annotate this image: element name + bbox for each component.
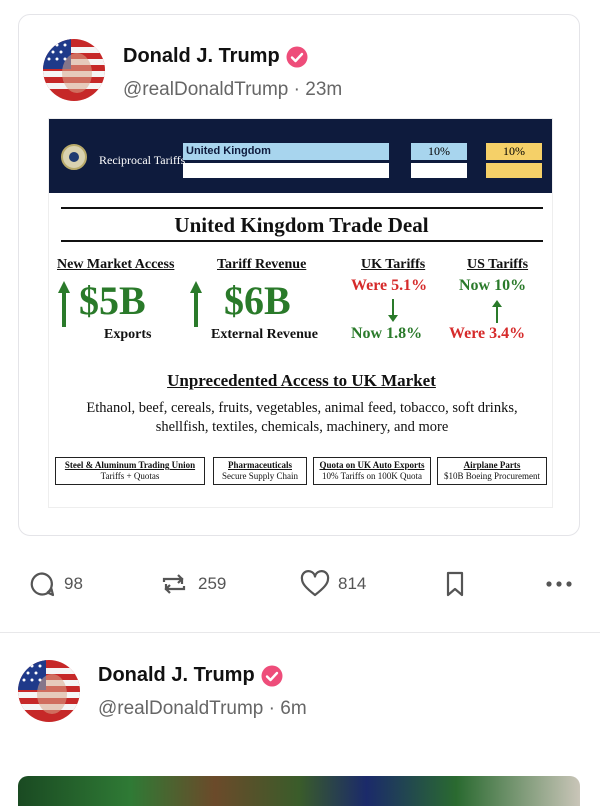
title-rule-bottom	[61, 240, 543, 242]
post-time: · 23m	[293, 79, 343, 100]
tariff-revenue-sub: External Revenue	[211, 327, 318, 342]
info-box-sub: $10B Boeing Procurement	[444, 471, 540, 481]
info-box-sub: Secure Supply Chain	[222, 471, 298, 481]
up-arrow-icon	[58, 281, 70, 327]
banner-label: Reciprocal Tariffs	[99, 153, 186, 167]
presidential-seal-icon	[61, 144, 87, 170]
deal-title: United Kingdom Trade Deal	[174, 213, 429, 237]
market-access-heading: New Market Access	[57, 257, 175, 272]
tariff-banner: Reciprocal Tariffs United Kingdom 10% 10…	[49, 119, 552, 193]
tariff-rate-2: 10%	[486, 143, 542, 160]
bookmark-icon	[446, 571, 464, 597]
author-handle: @realDonaldTrump · 6m	[98, 698, 307, 720]
post-photo[interactable]	[18, 776, 580, 806]
down-arrow-icon	[388, 299, 398, 322]
us-tariffs-now: Now 10%	[459, 277, 527, 294]
like-button[interactable]: 814	[300, 570, 366, 598]
repost-count: 259	[198, 574, 227, 593]
info-box: Steel & Aluminum Trading Union Tariffs +…	[55, 457, 205, 485]
author-handle: @realDonaldTrump · 23m	[123, 79, 342, 101]
tariff-rate-1-empty	[411, 163, 467, 178]
reply-button[interactable]: 98	[28, 570, 83, 598]
author-name-text[interactable]: Donald J. Trump	[123, 45, 280, 68]
info-box-sub: Tariffs + Quotas	[100, 471, 160, 481]
info-box-title: Steel & Aluminum Trading Union	[64, 460, 196, 470]
info-box: Pharmaceuticals Secure Supply Chain	[213, 457, 307, 485]
tariff-rate-1: 10%	[411, 143, 467, 160]
us-tariffs-were: Were 3.4%	[449, 325, 526, 342]
post-time: · 6m	[268, 698, 307, 719]
repost-button[interactable]: 259	[158, 570, 226, 598]
access-text: Ethanol, beef, cereals, fruits, vegetabl…	[86, 400, 518, 435]
more-button[interactable]	[544, 572, 574, 596]
post-image[interactable]: Reciprocal Tariffs United Kingdom 10% 10…	[48, 118, 553, 508]
uk-tariffs-heading: UK Tariffs	[361, 257, 426, 272]
feed-divider	[0, 632, 600, 633]
handle-text: @realDonaldTrump	[123, 79, 289, 100]
like-icon	[300, 570, 330, 597]
info-box-sub: 10% Tariffs on 100K Quota	[321, 471, 423, 481]
author-name-text[interactable]: Donald J. Trump	[98, 664, 255, 687]
tariff-revenue-heading: Tariff Revenue	[217, 257, 307, 272]
post-actions: 98 259 814	[0, 566, 600, 602]
author-name[interactable]: Donald J. Trump	[98, 664, 283, 687]
us-tariffs-heading: US Tariffs	[467, 257, 529, 272]
verified-badge-icon	[286, 46, 308, 67]
uk-tariffs-were: Were 5.1%	[351, 277, 428, 294]
tariff-revenue-value: $6B	[224, 278, 291, 323]
more-icon	[546, 581, 572, 587]
repost-icon	[162, 574, 186, 594]
reply-count: 98	[64, 574, 83, 593]
up-arrow-icon	[492, 300, 502, 323]
access-heading: Unprecedented Access to UK Market	[167, 371, 436, 390]
avatar[interactable]	[18, 660, 80, 722]
handle-text: @realDonaldTrump	[98, 698, 264, 719]
title-rule-top	[61, 207, 543, 209]
info-box-title: Pharmaceuticals	[228, 460, 292, 470]
info-box: Airplane Parts $10B Boeing Procurement	[437, 457, 547, 485]
market-access-sub: Exports	[104, 327, 152, 342]
like-count: 814	[338, 574, 367, 593]
country-label: United Kingdom	[183, 143, 389, 160]
avatar[interactable]	[43, 39, 105, 101]
tariff-rate-2-empty	[486, 163, 542, 178]
up-arrow-icon	[190, 281, 202, 327]
info-box-title: Airplane Parts	[463, 460, 521, 470]
info-box-title: Quota on UK Auto Exports	[319, 460, 425, 470]
author-name[interactable]: Donald J. Trump	[123, 45, 308, 68]
reply-icon	[30, 572, 55, 597]
verified-badge-icon	[261, 665, 283, 686]
uk-tariffs-now: Now 1.8%	[351, 325, 423, 342]
market-access-value: $5B	[79, 278, 146, 323]
country-empty-box	[183, 163, 389, 178]
info-box: Quota on UK Auto Exports 10% Tariffs on …	[313, 457, 431, 485]
bookmark-button[interactable]	[444, 570, 466, 598]
